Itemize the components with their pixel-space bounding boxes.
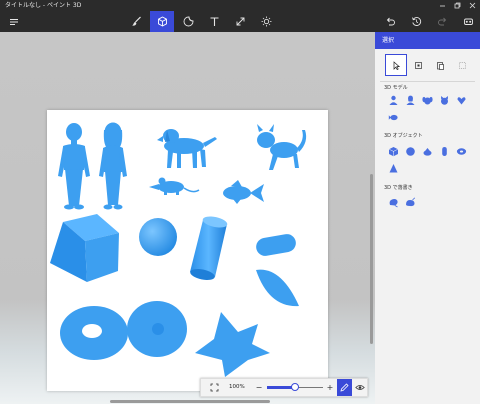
main-toolbar <box>0 11 480 32</box>
cube-object[interactable] <box>50 214 119 282</box>
woman-model-icon[interactable] <box>405 95 416 106</box>
zoom-out-button[interactable]: − <box>254 379 264 396</box>
cylinder-object[interactable] <box>189 215 228 282</box>
mixed-reality-icon[interactable] <box>456 11 480 32</box>
cylinder-object-icon[interactable] <box>439 146 450 157</box>
cat-model[interactable] <box>257 124 307 170</box>
fit-screen-icon[interactable] <box>205 379 223 396</box>
select-pointer-icon[interactable] <box>385 54 407 76</box>
undo-icon[interactable] <box>378 11 402 32</box>
zoom-bar: 100% − + <box>200 378 368 397</box>
rat-model[interactable] <box>149 177 200 196</box>
close-icon[interactable] <box>465 0 480 11</box>
sphere-object[interactable] <box>139 218 177 256</box>
window-controls <box>435 0 480 11</box>
star-object[interactable] <box>195 312 270 377</box>
eye-icon[interactable] <box>352 379 367 396</box>
pen-view-icon[interactable] <box>337 379 352 396</box>
fish-model-icon[interactable] <box>456 95 467 106</box>
panel-divider <box>380 81 475 82</box>
hamburger-menu-icon[interactable] <box>2 11 26 32</box>
app-title: タイトルなし - ペイント 3D <box>5 2 82 9</box>
canvas-resize-icon[interactable] <box>228 11 252 32</box>
capsule-object[interactable] <box>255 233 298 258</box>
cube-object-icon[interactable] <box>388 146 399 157</box>
zoom-slider-thumb[interactable] <box>291 383 299 391</box>
bird-model-icon[interactable] <box>388 112 399 123</box>
woman-model[interactable] <box>99 122 127 210</box>
side-panel: 選択 3D モデル 3D オブジェクト 3D で落書き <box>375 32 480 404</box>
paste-icon[interactable] <box>429 54 451 76</box>
section-3d-objects: 3D オブジェクト <box>384 133 423 139</box>
restore-icon[interactable] <box>450 0 465 11</box>
man-model-icon[interactable] <box>388 95 399 106</box>
section-3d-models: 3D モデル <box>384 85 408 91</box>
torus-object[interactable] <box>60 306 128 360</box>
fish-model[interactable] <box>223 180 264 204</box>
section-3d-doodle: 3D で落書き <box>384 185 413 191</box>
sharp-doodle-icon[interactable] <box>388 197 399 208</box>
text-icon[interactable] <box>202 11 226 32</box>
zoom-in-button[interactable]: + <box>325 379 335 396</box>
canvas-area[interactable] <box>0 32 375 404</box>
horizontal-scrollbar[interactable] <box>110 400 270 403</box>
history-icon[interactable] <box>404 11 428 32</box>
dog-model-icon[interactable] <box>422 95 433 106</box>
scene-models <box>50 122 307 377</box>
panel-title: 選択 <box>375 32 480 49</box>
cone-object[interactable] <box>127 301 187 357</box>
minimize-icon[interactable] <box>435 0 450 11</box>
man-model[interactable] <box>58 123 90 210</box>
lens-object[interactable] <box>256 269 299 307</box>
sphere-object-icon[interactable] <box>405 146 416 157</box>
cat-model-icon[interactable] <box>439 95 450 106</box>
vertical-scrollbar[interactable] <box>370 174 373 344</box>
effects-sun-icon[interactable] <box>254 11 278 32</box>
cone-object-icon[interactable] <box>388 163 399 174</box>
sticker-icon[interactable] <box>176 11 200 32</box>
zoom-value: 100% <box>229 384 245 390</box>
canvas[interactable] <box>47 110 328 391</box>
soft-doodle-icon[interactable] <box>405 197 416 208</box>
title-bar: タイトルなし - ペイント 3D <box>0 0 480 11</box>
donut-object-icon[interactable] <box>456 146 467 157</box>
select-tools <box>375 54 480 76</box>
redo-icon[interactable] <box>430 11 454 32</box>
dog-model[interactable] <box>157 129 217 168</box>
crop-icon[interactable] <box>407 54 429 76</box>
cone-small-icon[interactable] <box>422 146 433 157</box>
zoom-slider[interactable] <box>267 383 323 391</box>
brush-icon[interactable] <box>124 11 148 32</box>
cube-icon[interactable] <box>150 11 174 32</box>
magic-select-icon[interactable] <box>451 54 473 76</box>
